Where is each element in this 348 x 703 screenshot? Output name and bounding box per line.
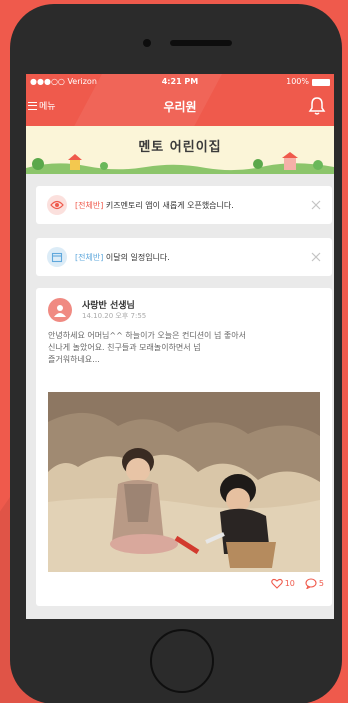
notice-text: [전체반] 이달의 일정입니다. [75,252,170,263]
post-body-line: 안녕하세요 어머님^^ 하늘이가 오늘은 컨디션이 넘 좋아서 [48,331,246,340]
calendar-icon [47,247,67,267]
battery-icon [312,78,330,86]
post-photo[interactable] [48,392,320,572]
phone-frame: ●●●○○ Verizon 4:21 PM 100% 메뉴 우리원 멘토 어린이… [10,4,342,703]
status-bar: ●●●○○ Verizon 4:21 PM 100% [26,74,334,90]
like-button[interactable]: 10 [270,578,295,589]
like-count: 10 [284,579,295,588]
comment-count: 5 [318,579,324,588]
front-camera [143,39,151,47]
close-icon[interactable] [310,199,322,211]
banner-illustration [26,152,334,174]
post-actions: 10 5 [270,578,324,589]
post-card[interactable]: 사랑반 선생님 14.10.20 오후 7:55 안녕하세요 어머님^^ 하늘이… [36,288,332,606]
page-title: 우리원 [163,100,197,114]
school-banner: 멘토 어린이집 [26,126,334,174]
app-screen: ●●●○○ Verizon 4:21 PM 100% 메뉴 우리원 멘토 어린이… [26,74,334,619]
app-header: ●●●○○ Verizon 4:21 PM 100% 메뉴 우리원 [26,74,334,126]
notice-tag: [전체반] [75,200,104,210]
bell-icon [308,97,326,115]
post-body-line: 신나게 놀았어요. 친구들과 모래놀이하면서 넘 [48,343,201,352]
notice-item[interactable]: [전체반] 이달의 일정입니다. [36,238,332,276]
post-timestamp: 14.10.20 오후 7:55 [82,312,147,320]
notice-item[interactable]: [전체반] 키즈멘토리 앱이 새롭게 오픈했습니다. [36,186,332,224]
post-body-line: 즐거워하네요... [48,355,100,364]
notice-message: 키즈멘토리 앱이 새롭게 오픈했습니다. [105,200,234,210]
notice-message: 이달의 일정입니다. [105,252,170,262]
notifications-button[interactable] [308,96,326,116]
user-icon [54,305,66,317]
notice-text: [전체반] 키즈멘토리 앱이 새롭게 오픈했습니다. [75,200,234,211]
heart-icon [270,578,283,589]
post-author: 사랑반 선생님 [82,301,135,311]
notice-tag: [전체반] [75,252,104,262]
comment-icon [305,578,317,589]
post-body: 안녕하세요 어머님^^ 하늘이가 오늘은 컨디션이 넘 좋아서 신나게 놀았어요… [48,330,326,366]
nav-bar: 메뉴 우리원 [26,90,334,126]
battery-percent: 100% [286,77,309,86]
earpiece-speaker [170,40,232,46]
close-icon[interactable] [310,251,322,263]
battery-indicator: 100% [286,74,330,90]
comment-button[interactable]: 5 [305,578,324,589]
avatar [48,298,72,322]
eye-icon [47,195,67,215]
home-button[interactable] [150,629,214,693]
